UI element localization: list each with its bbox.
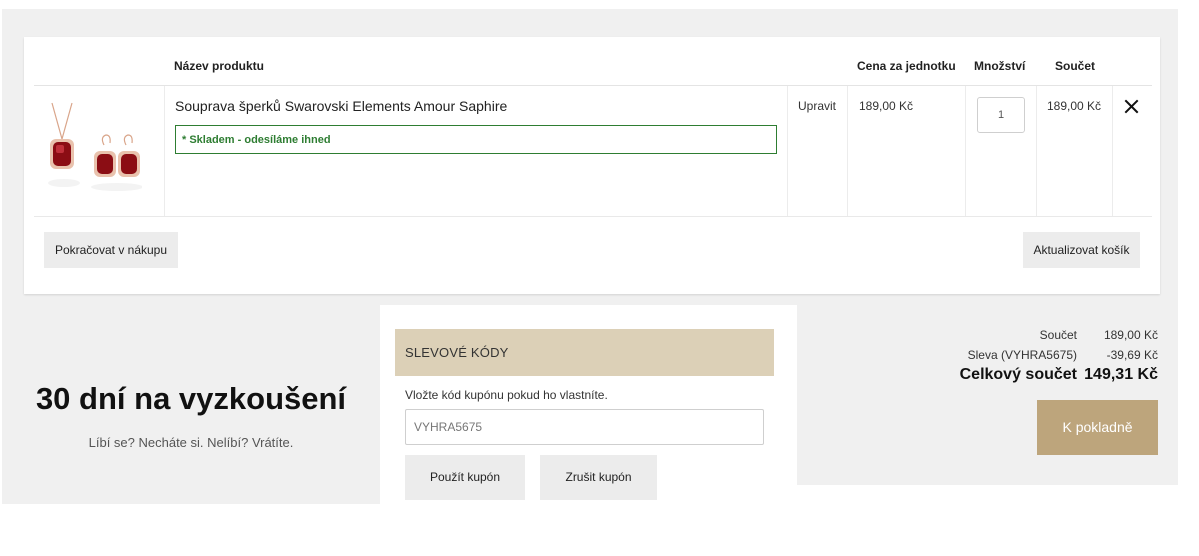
promo-title: 30 dní na vyzkoušení <box>35 381 347 416</box>
coupon-heading: SLEVOVÉ KÓDY <box>395 329 774 376</box>
row-divider <box>34 216 1152 217</box>
column-divider <box>787 86 788 216</box>
cancel-coupon-button[interactable]: Zrušit kupón <box>540 455 657 500</box>
column-divider <box>1036 86 1037 216</box>
trial-promo-panel: 30 dní na vyzkoušení Líbí se? Necháte si… <box>2 301 380 504</box>
subtotal-label: Součet <box>1039 328 1077 342</box>
subtotal-value: 189,00 Kč <box>1103 328 1158 342</box>
discount-label: Sleva (VYHRA5675) <box>967 348 1077 362</box>
column-divider <box>847 86 848 216</box>
unit-price-value: 189,00 Kč <box>859 99 914 113</box>
product-name[interactable]: Souprava šperků Swarovski Elements Amour… <box>175 98 507 114</box>
continue-shopping-button[interactable]: Pokračovat v nákupu <box>44 232 178 268</box>
header-unit-price: Cena za jednotku <box>857 59 956 73</box>
column-divider <box>164 86 165 216</box>
header-divider <box>34 85 1152 86</box>
promo-subtitle: Líbí se? Necháte si. Nelíbí? Vrátíte. <box>88 435 294 450</box>
update-cart-button[interactable]: Aktualizovat košík <box>1023 232 1140 268</box>
cart-section: Název produktu Cena za jednotku Množství… <box>2 9 1178 305</box>
edit-item-link[interactable]: Upravit <box>798 99 836 113</box>
product-image[interactable] <box>42 99 142 203</box>
column-divider <box>965 86 966 216</box>
close-icon[interactable] <box>1123 98 1140 115</box>
column-divider <box>1112 86 1113 216</box>
apply-coupon-button[interactable]: Použít kupón <box>405 455 525 500</box>
header-subtotal: Součet <box>1055 59 1096 73</box>
totals-panel: Součet 189,00 Kč Sleva (VYHRA5675) -39,6… <box>797 305 1178 485</box>
quantity-input[interactable] <box>977 97 1025 133</box>
item-subtotal-value: 189,00 Kč <box>1047 99 1102 113</box>
stock-status-badge: * Skladem - odesíláme ihned <box>175 125 777 154</box>
cart-table: Název produktu Cena za jednotku Množství… <box>24 37 1160 294</box>
grand-total-label: Celkový součet <box>959 366 1077 383</box>
header-quantity: Množství <box>974 59 1026 73</box>
coupon-code-input[interactable] <box>405 409 764 445</box>
coupon-label: Vložte kód kupónu pokud ho vlastníte. <box>405 388 608 402</box>
discount-value: -39,69 Kč <box>1106 348 1158 362</box>
checkout-button[interactable]: K pokladně <box>1037 400 1158 455</box>
grand-total-value: 149,31 Kč <box>1084 366 1158 383</box>
header-product-name: Název produktu <box>174 59 265 73</box>
